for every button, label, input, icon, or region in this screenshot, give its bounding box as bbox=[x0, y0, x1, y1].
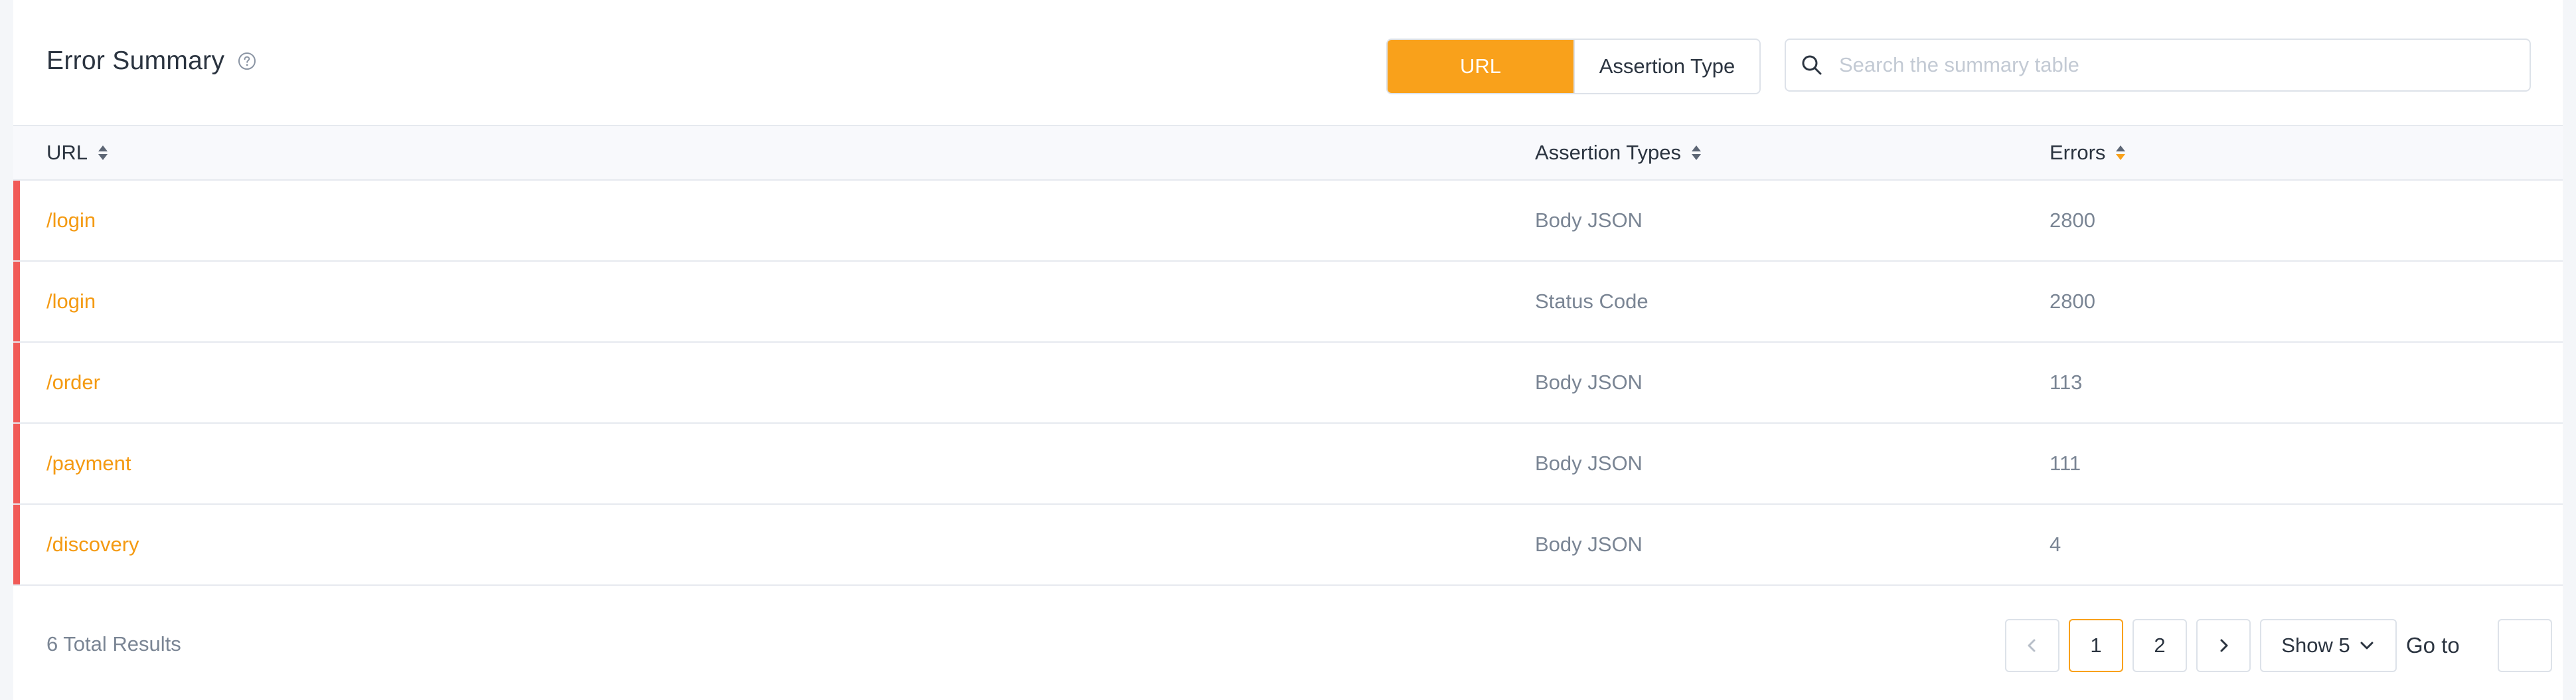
url-link[interactable]: /login bbox=[46, 181, 96, 260]
previous-page-button[interactable] bbox=[2005, 619, 2059, 672]
error-summary-card: Error Summary URL Assertion Type Search … bbox=[13, 0, 2563, 700]
url-link[interactable]: /payment bbox=[46, 424, 131, 503]
table-row: /login Body JSON 2800 bbox=[13, 181, 2563, 262]
total-results: 6 Total Results bbox=[46, 632, 181, 656]
column-header-errors[interactable]: Errors bbox=[2050, 126, 2127, 179]
group-by-url-button[interactable]: URL bbox=[1388, 40, 1573, 93]
error-flag bbox=[13, 262, 20, 341]
search-box bbox=[1785, 39, 2531, 92]
sort-descending-icon bbox=[2115, 144, 2127, 161]
error-count-cell: 111 bbox=[2050, 452, 2081, 475]
chevron-right-icon bbox=[2215, 637, 2232, 654]
page-1-button[interactable]: 1 bbox=[2069, 619, 2123, 672]
column-header-label: URL bbox=[46, 141, 88, 164]
error-flag bbox=[13, 181, 20, 260]
goto-label: Go to bbox=[2406, 633, 2460, 657]
table-row: /login Status Code 2800 bbox=[13, 262, 2563, 343]
summary-table: URL Assertion Types Errors /login Body J… bbox=[13, 125, 2563, 586]
url-link[interactable]: /discovery bbox=[46, 505, 139, 584]
column-header-assertion-types[interactable]: Assertion Types bbox=[1535, 126, 1702, 179]
page-title: Error Summary bbox=[46, 46, 225, 75]
assertion-type-cell: Body JSON bbox=[1535, 209, 1643, 232]
question-circle-icon[interactable] bbox=[238, 52, 256, 70]
next-page-button[interactable] bbox=[2196, 619, 2251, 672]
assertion-type-cell: Status Code bbox=[1535, 290, 1649, 313]
sort-icon bbox=[97, 144, 109, 161]
page-size-label: Show 5 bbox=[2281, 634, 2350, 657]
table-row: /order Body JSON 113 bbox=[13, 343, 2563, 424]
table-row: /payment Body JSON 111 bbox=[13, 424, 2563, 505]
title-group: Error Summary bbox=[46, 46, 256, 76]
column-header-label: Errors bbox=[2050, 141, 2106, 164]
group-by-toggle: URL Assertion Type bbox=[1386, 39, 1761, 94]
chevron-left-icon bbox=[2024, 637, 2041, 654]
search-input[interactable] bbox=[1838, 52, 2504, 78]
url-link[interactable]: /login bbox=[46, 262, 96, 341]
error-flag bbox=[13, 505, 20, 584]
page-2-button[interactable]: 2 bbox=[2133, 619, 2187, 672]
error-count-cell: 113 bbox=[2050, 371, 2083, 394]
group-by-assertion-type-button[interactable]: Assertion Type bbox=[1573, 40, 1759, 93]
error-flag bbox=[13, 343, 20, 422]
table-row: /discovery Body JSON 4 bbox=[13, 505, 2563, 586]
table-footer: 6 Total Results 1 2 Show 5 Go to bbox=[13, 586, 2563, 700]
assertion-type-cell: Body JSON bbox=[1535, 371, 1643, 394]
card-header: Error Summary URL Assertion Type bbox=[13, 0, 2563, 125]
error-count-cell: 4 bbox=[2050, 533, 2061, 556]
column-header-label: Assertion Types bbox=[1535, 141, 1681, 164]
assertion-type-cell: Body JSON bbox=[1535, 452, 1643, 475]
search-icon bbox=[1801, 54, 1823, 76]
assertion-type-cell: Body JSON bbox=[1535, 533, 1643, 556]
error-flag bbox=[13, 424, 20, 503]
chevron-down-icon bbox=[2358, 637, 2375, 654]
error-count-cell: 2800 bbox=[2050, 209, 2095, 232]
sort-icon bbox=[1690, 144, 1702, 161]
goto-page-input[interactable] bbox=[2498, 619, 2552, 672]
url-link[interactable]: /order bbox=[46, 343, 100, 422]
table-header: URL Assertion Types Errors bbox=[13, 125, 2563, 181]
error-count-cell: 2800 bbox=[2050, 290, 2095, 313]
page-size-select[interactable]: Show 5 bbox=[2260, 619, 2397, 672]
column-header-url[interactable]: URL bbox=[46, 126, 109, 179]
